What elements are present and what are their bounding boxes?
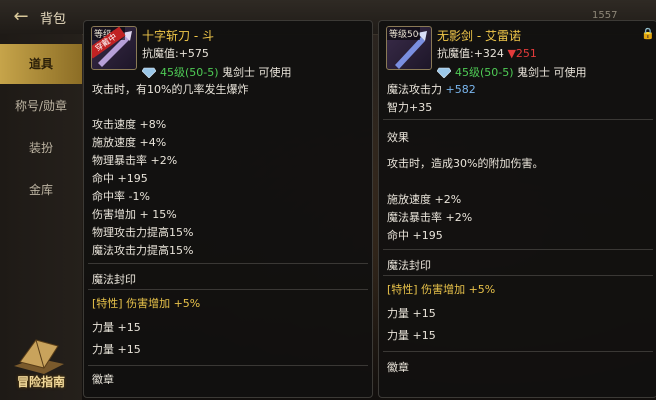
magic-resist: 抗魔值:+324 ▼251 [437,47,537,60]
stat-line: 命中 +195 [387,229,443,242]
book-icon [14,339,64,374]
divider [88,289,368,290]
magic-resist: 抗魔值:+575 [142,47,209,60]
sidebar-item-items[interactable]: 道具 [0,44,82,84]
stat-line: 施放速度 +2% [387,193,462,206]
seal-stat: 力量 +15 [92,321,141,334]
stat-line: 命中率 -1% [92,190,150,203]
magic-attack: 魔法攻击力 +582 [387,83,476,96]
effect-title: 效果 [387,131,409,144]
trait-line: [特性] 伤害增加 +5% [387,283,496,296]
item-level-tag: 等级50 [387,27,421,40]
item-description: 攻击时，有10%的几率发生爆炸 [92,83,249,96]
trait-line: [特性] 伤害增加 +5% [92,297,201,310]
usage-requirement: 45级(50-5) 鬼剑士 可使用 [142,64,292,80]
divider [383,351,653,352]
item-name: 无影剑 - 艾雷诺 [437,29,521,43]
weapon-icon: 等级30 穿戴中 [91,26,137,70]
emblem-title: 徽章 [92,373,114,386]
sidebar-item-titles[interactable]: 称号/勋章 [0,86,82,126]
logo-text: 冒险指南 [16,375,65,389]
stat-line: 魔法暴击率 +2% [387,211,473,224]
page-title: 背包 [40,12,67,27]
seal-stat: 力量 +15 [387,329,436,342]
item-tooltip-equipped: 等级30 穿戴中 十字斩刀 - 斗 抗魔值:+575 45级(50-5) 鬼剑士… [83,20,373,398]
sidebar-item-vault[interactable]: 金库 [0,170,82,210]
diamond-icon [142,67,156,78]
stat-line: 施放速度 +4% [92,136,167,149]
divider [88,365,368,366]
divider [383,249,653,250]
divider [383,119,653,120]
item-tooltip-compare: 等级50 🔒 无影剑 - 艾雷诺 抗魔值:+324 ▼251 45级(50-5)… [378,20,656,398]
seal-stat: 力量 +15 [92,343,141,356]
usage-requirement: 45级(50-5) 鬼剑士 可使用 [437,64,587,80]
stat-line: 物理暴击率 +2% [92,154,178,167]
effect-description: 攻击时，造成30%的附加伤害。 [387,157,544,170]
stat-line: 伤害增加 + 15% [92,208,177,221]
weapon-icon: 等级50 [386,26,432,70]
divider [383,275,653,276]
seal-title: 魔法封印 [92,273,136,286]
guide-logo[interactable]: 冒险指南 [6,332,76,394]
stat-line: 攻击速度 +8% [92,118,167,131]
lock-icon[interactable]: 🔒 [641,27,655,40]
seal-stat: 力量 +15 [387,307,436,320]
stat-line: 命中 +195 [92,172,148,185]
stat-line: 魔法攻击力提高15% [92,244,194,257]
divider [88,263,368,264]
back-arrow-icon[interactable]: ← [8,6,34,28]
stat-line: 物理攻击力提高15% [92,226,194,239]
seal-title: 魔法封印 [387,259,431,272]
item-name: 十字斩刀 - 斗 [142,29,214,43]
diamond-icon [437,67,451,78]
intelligence-stat: 智力+35 [387,101,433,114]
emblem-title: 徽章 [387,361,409,374]
sidebar-item-avatar[interactable]: 装扮 [0,128,82,168]
